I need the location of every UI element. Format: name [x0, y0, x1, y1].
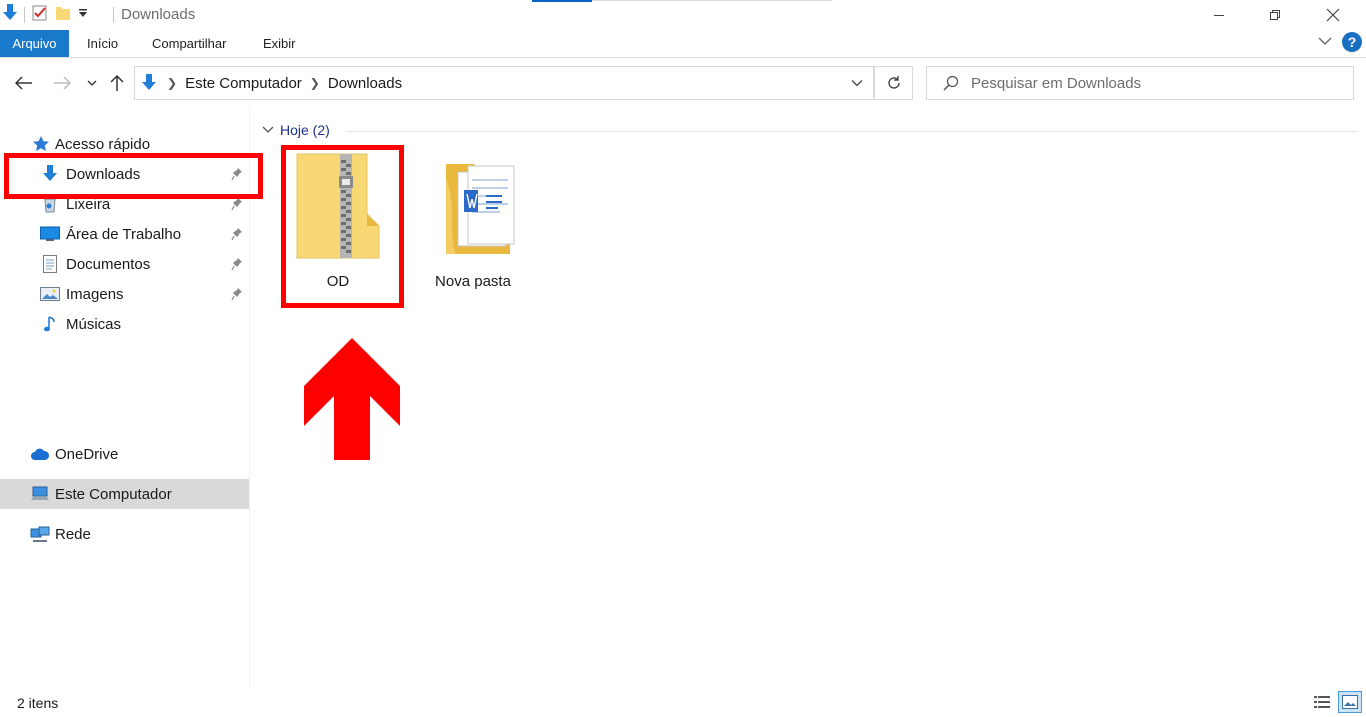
- sidebar-label: Acesso rápido: [55, 135, 151, 153]
- file-list-pane: Hoje (2) OD Nova pasta: [251, 108, 1366, 688]
- up-button[interactable]: [106, 70, 128, 96]
- annotation-highlight-downloads: [4, 153, 263, 199]
- tab-exibir[interactable]: Exibir: [253, 30, 306, 57]
- pin-icon[interactable]: [231, 227, 243, 245]
- window-title: Downloads: [121, 6, 196, 23]
- new-folder-icon[interactable]: [55, 4, 71, 27]
- expand-ribbon-icon[interactable]: [1318, 33, 1332, 51]
- address-bar[interactable]: ❯ Este Computador ❯ Downloads: [134, 66, 874, 100]
- customize-toolbar-icon[interactable]: [77, 6, 89, 24]
- sidebar-label: Este Computador: [55, 485, 172, 503]
- network-icon: [30, 524, 50, 544]
- back-button[interactable]: [12, 70, 36, 96]
- sidebar-label: Área de Trabalho: [66, 225, 182, 243]
- sidebar-label: OneDrive: [55, 445, 119, 463]
- cloud-icon: [30, 444, 50, 464]
- group-header-label: Hoje (2): [280, 122, 330, 138]
- help-button[interactable]: ?: [1342, 32, 1362, 52]
- computer-icon: [30, 484, 50, 504]
- properties-icon[interactable]: [31, 4, 49, 27]
- explorer-window: Downloads Arquivo Início Compartilhar Ex…: [0, 0, 1366, 717]
- sidebar-item-area-de-trabalho[interactable]: Área de Trabalho: [0, 219, 249, 249]
- pin-icon[interactable]: [231, 287, 243, 305]
- chevron-right-icon[interactable]: ❯: [165, 76, 179, 90]
- sidebar-item-este-computador[interactable]: Este Computador: [0, 479, 249, 509]
- desktop-icon: [40, 224, 60, 244]
- download-arrow-icon: [141, 74, 157, 92]
- ribbon-controls: ?: [1318, 32, 1366, 52]
- search-icon: [943, 75, 959, 91]
- sidebar-label: Documentos: [66, 255, 151, 273]
- file-name: Nova pasta: [435, 273, 511, 290]
- title-accent-line: [532, 0, 592, 2]
- annotation-highlight-od: [281, 145, 404, 308]
- large-icons-view-button[interactable]: [1338, 691, 1362, 713]
- sidebar-label: Imagens: [66, 285, 124, 303]
- annotation-arrow-up-icon: [304, 338, 400, 460]
- sidebar-label: Músicas: [66, 315, 122, 333]
- chevron-down-icon: [262, 126, 274, 133]
- tab-compartilhar[interactable]: Compartilhar: [142, 30, 236, 57]
- close-button[interactable]: [1310, 0, 1356, 30]
- chevron-right-icon[interactable]: ❯: [308, 76, 322, 90]
- recent-locations-button[interactable]: [84, 70, 100, 96]
- sidebar-label: Rede: [55, 525, 91, 543]
- folder-with-documents-icon: [428, 150, 518, 267]
- sidebar-item-imagens[interactable]: Imagens: [0, 279, 249, 309]
- sidebar-item-onedrive[interactable]: OneDrive: [0, 439, 249, 469]
- music-note-icon: [40, 314, 60, 334]
- address-history-dropdown[interactable]: [840, 66, 874, 100]
- item-count: 2 itens: [17, 695, 59, 711]
- download-arrow-icon[interactable]: [2, 3, 18, 27]
- group-divider: [346, 131, 1358, 132]
- documents-icon: [40, 254, 60, 274]
- sidebar-item-musicas[interactable]: Músicas: [0, 309, 249, 339]
- title-bar: Downloads: [0, 0, 1366, 30]
- ribbon-tabs: Arquivo Início Compartilhar Exibir ?: [0, 30, 1366, 58]
- toolbar-separator: [24, 7, 25, 23]
- search-box[interactable]: Pesquisar em Downloads: [926, 66, 1354, 100]
- breadcrumb-este-computador[interactable]: Este Computador: [179, 75, 308, 92]
- details-view-button[interactable]: [1310, 691, 1334, 713]
- title-divider-line: [592, 0, 832, 1]
- group-header[interactable]: Hoje (2): [262, 122, 330, 138]
- quick-access-toolbar: [2, 3, 89, 27]
- breadcrumb-downloads[interactable]: Downloads: [322, 75, 408, 92]
- view-switcher: [1310, 691, 1362, 713]
- file-item-nova-pasta[interactable]: Nova pasta: [414, 150, 532, 300]
- sidebar-item-documentos[interactable]: Documentos: [0, 249, 249, 279]
- restore-button[interactable]: [1252, 0, 1298, 30]
- sidebar-item-rede[interactable]: Rede: [0, 519, 249, 549]
- minimize-button[interactable]: [1196, 0, 1242, 30]
- pictures-icon: [40, 284, 60, 304]
- tab-arquivo[interactable]: Arquivo: [0, 30, 69, 57]
- search-placeholder: Pesquisar em Downloads: [971, 74, 1142, 92]
- navigation-bar: ❯ Este Computador ❯ Downloads Pesquisar …: [0, 58, 1366, 108]
- pin-icon[interactable]: [231, 257, 243, 275]
- title-separator: [113, 7, 114, 23]
- status-bar: 2 itens: [0, 688, 1366, 717]
- star-icon: [31, 134, 51, 154]
- refresh-button[interactable]: [874, 66, 913, 100]
- pin-icon[interactable]: [231, 197, 243, 215]
- tab-inicio[interactable]: Início: [77, 30, 128, 57]
- forward-button[interactable]: [50, 70, 74, 96]
